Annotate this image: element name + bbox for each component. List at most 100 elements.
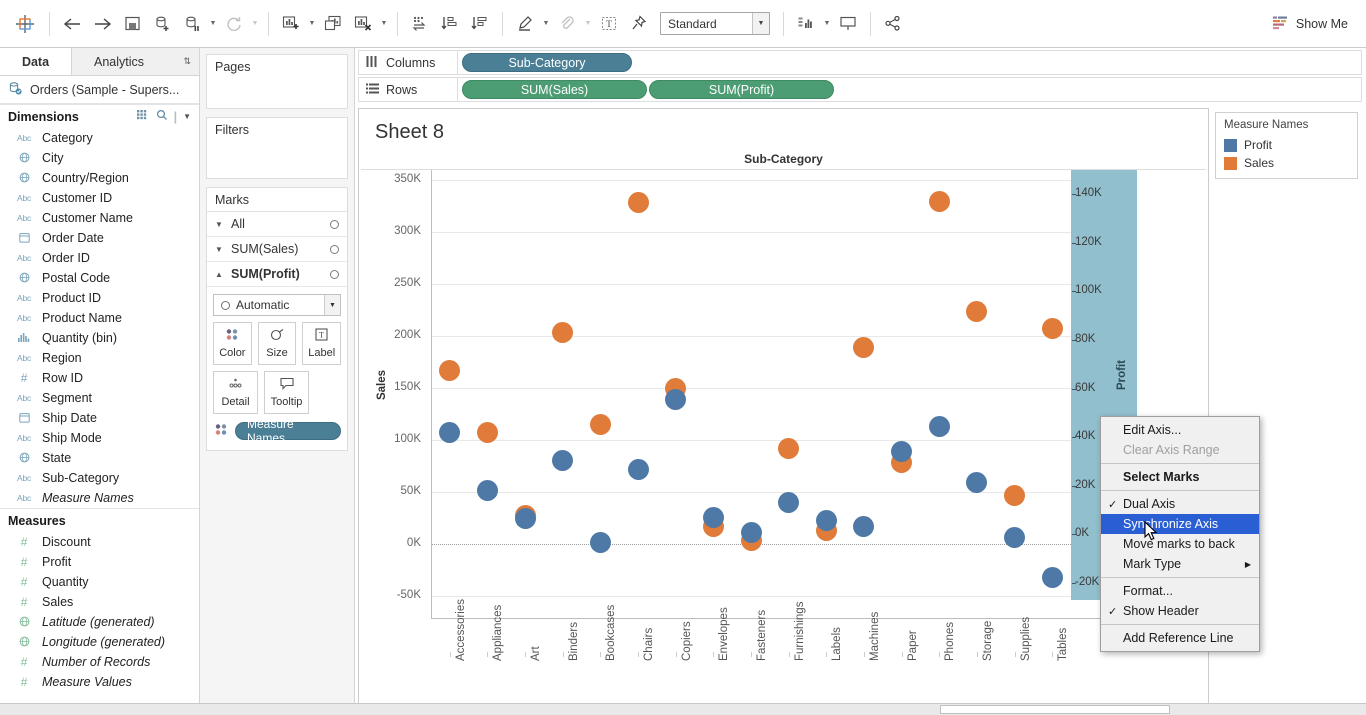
tooltip-button[interactable]: Tooltip bbox=[264, 371, 309, 414]
field-postal-code[interactable]: Postal Code bbox=[0, 268, 199, 288]
menu-item-move-marks-to-back[interactable]: Move marks to back bbox=[1101, 534, 1259, 554]
clear-chevron-down-icon[interactable]: ▼ bbox=[378, 9, 390, 39]
field-order-id[interactable]: Abc Order ID bbox=[0, 248, 199, 268]
mark-point[interactable] bbox=[966, 472, 988, 494]
field-discount[interactable]: # Discount bbox=[0, 532, 199, 552]
pause-datasource-button[interactable] bbox=[177, 9, 207, 39]
chevron-down-icon[interactable]: ▼ bbox=[215, 220, 225, 229]
field-profit[interactable]: # Profit bbox=[0, 552, 199, 572]
new-worksheet-chevron-down-icon[interactable]: ▼ bbox=[306, 9, 318, 39]
field-category[interactable]: Abc Category bbox=[0, 128, 199, 148]
menu-item-select-marks[interactable]: Select Marks bbox=[1101, 467, 1259, 487]
field-quantity[interactable]: # Quantity bbox=[0, 572, 199, 592]
menu-item-show-header[interactable]: ✓ Show Header bbox=[1101, 601, 1259, 621]
mark-point[interactable] bbox=[665, 388, 687, 410]
sort-asc-icon[interactable] bbox=[435, 9, 465, 39]
mark-point[interactable] bbox=[928, 190, 950, 212]
share-icon[interactable] bbox=[878, 9, 908, 39]
field-sales[interactable]: # Sales bbox=[0, 592, 199, 612]
totals-chevron-down-icon[interactable]: ▼ bbox=[821, 9, 833, 39]
tab-analytics[interactable]: Analytics ⇅ bbox=[72, 48, 199, 75]
rows-dropzone[interactable]: SUM(Sales) SUM(Profit) bbox=[458, 77, 1362, 102]
mark-point[interactable] bbox=[778, 492, 800, 514]
mark-point[interactable] bbox=[589, 414, 611, 436]
mark-point[interactable] bbox=[853, 336, 875, 358]
mark-point[interactable] bbox=[928, 415, 950, 437]
mark-point[interactable] bbox=[476, 421, 498, 443]
menu-item-add-reference-line[interactable]: Add Reference Line bbox=[1101, 628, 1259, 648]
chevron-up-icon[interactable]: ▲ bbox=[215, 270, 225, 279]
field-city[interactable]: City bbox=[0, 148, 199, 168]
mark-point[interactable] bbox=[627, 459, 649, 481]
chevron-down-icon[interactable]: ▼ bbox=[215, 245, 225, 254]
swap-icon[interactable] bbox=[405, 9, 435, 39]
rows-pill-sum-sales[interactable]: SUM(Sales) bbox=[462, 80, 647, 99]
paperclip-icon[interactable] bbox=[552, 9, 582, 39]
field-customer-id[interactable]: Abc Customer ID bbox=[0, 188, 199, 208]
mark-point[interactable] bbox=[514, 508, 536, 530]
size-button[interactable]: Size bbox=[257, 322, 297, 365]
add-datasource-button[interactable] bbox=[147, 9, 177, 39]
mark-point[interactable] bbox=[552, 322, 574, 344]
show-me-button[interactable]: Show Me bbox=[1267, 12, 1354, 36]
field-customer-name[interactable]: Abc Customer Name bbox=[0, 208, 199, 228]
mark-point[interactable] bbox=[439, 359, 461, 381]
field-state[interactable]: State bbox=[0, 448, 199, 468]
axis-context-menu[interactable]: Edit Axis... Clear Axis Range Select Marks… bbox=[1100, 416, 1260, 652]
sort-desc-icon[interactable] bbox=[465, 9, 495, 39]
color-button[interactable]: Color bbox=[213, 322, 252, 365]
columns-pill-sub-category[interactable]: Sub-Category bbox=[462, 53, 632, 72]
totals-icon[interactable] bbox=[791, 9, 821, 39]
field-order-date[interactable]: Order Date bbox=[0, 228, 199, 248]
datasource-row[interactable]: Orders (Sample - Supers... bbox=[0, 76, 199, 104]
scrollbar-segment[interactable] bbox=[940, 705, 1170, 714]
legend-item-sales[interactable]: Sales bbox=[1224, 154, 1349, 172]
menu-item-mark-type[interactable]: Mark Type ▶ bbox=[1101, 554, 1259, 574]
mark-point[interactable] bbox=[627, 192, 649, 214]
field-product-name[interactable]: Abc Product Name bbox=[0, 308, 199, 328]
mark-type-select[interactable]: Automatic ▼ bbox=[213, 294, 341, 316]
field-sub-category[interactable]: Abc Sub-Category bbox=[0, 468, 199, 488]
presentation-icon[interactable] bbox=[833, 9, 863, 39]
menu-item-edit-axis[interactable]: Edit Axis... bbox=[1101, 420, 1259, 440]
group-chevron-down-icon[interactable]: ▼ bbox=[582, 9, 594, 39]
field-ship-date[interactable]: Ship Date bbox=[0, 408, 199, 428]
mark-point[interactable] bbox=[1004, 526, 1026, 548]
field-number-of-records[interactable]: # Number of Records bbox=[0, 652, 199, 672]
mark-point[interactable] bbox=[853, 515, 875, 537]
clear-sheet-button[interactable] bbox=[348, 9, 378, 39]
measure-names-pill[interactable]: Measure Names bbox=[235, 417, 341, 445]
filters-shelf[interactable]: Filters bbox=[206, 117, 348, 179]
detail-button[interactable]: Detail bbox=[213, 371, 258, 414]
refresh-chevron-down-icon[interactable]: ▼ bbox=[249, 9, 261, 39]
columns-dropzone[interactable]: Sub-Category bbox=[458, 50, 1362, 75]
forward-button[interactable] bbox=[87, 9, 117, 39]
rows-pill-sum-profit[interactable]: SUM(Profit) bbox=[649, 80, 834, 99]
duplicate-sheet-button[interactable] bbox=[318, 9, 348, 39]
menu-item-dual-axis[interactable]: ✓ Dual Axis bbox=[1101, 494, 1259, 514]
search-icon[interactable] bbox=[156, 109, 168, 124]
field-ship-mode[interactable]: Abc Ship Mode bbox=[0, 428, 199, 448]
label-button[interactable]: T Label bbox=[302, 322, 342, 365]
updown-icon[interactable]: ⇅ bbox=[183, 56, 191, 67]
mark-point[interactable] bbox=[740, 521, 762, 543]
mark-card-sum-profit[interactable]: ▲ SUM(Profit) bbox=[207, 262, 347, 287]
fit-select[interactable]: Standard ▼ bbox=[660, 12, 770, 35]
tab-data[interactable]: Data bbox=[0, 48, 72, 75]
highlighter-icon[interactable] bbox=[510, 9, 540, 39]
field-quantity-bin[interactable]: Quantity (bin) bbox=[0, 328, 199, 348]
mark-type-chevron-down-icon[interactable]: ▼ bbox=[324, 295, 340, 315]
field-measure-names[interactable]: Abc Measure Names bbox=[0, 488, 199, 508]
mark-point[interactable] bbox=[476, 479, 498, 501]
highlight-chevron-down-icon[interactable]: ▼ bbox=[540, 9, 552, 39]
field-latitude-generated[interactable]: Latitude (generated) bbox=[0, 612, 199, 632]
field-segment[interactable]: Abc Segment bbox=[0, 388, 199, 408]
mark-point[interactable] bbox=[589, 532, 611, 554]
mark-card-all[interactable]: ▼ All bbox=[207, 212, 347, 237]
field-country-region[interactable]: Country/Region bbox=[0, 168, 199, 188]
pages-shelf[interactable]: Pages bbox=[206, 54, 348, 109]
text-label-icon[interactable]: T bbox=[594, 9, 624, 39]
fit-chevron-down-icon[interactable]: ▼ bbox=[752, 13, 769, 34]
field-row-id[interactable]: # Row ID bbox=[0, 368, 199, 388]
field-product-id[interactable]: Abc Product ID bbox=[0, 288, 199, 308]
